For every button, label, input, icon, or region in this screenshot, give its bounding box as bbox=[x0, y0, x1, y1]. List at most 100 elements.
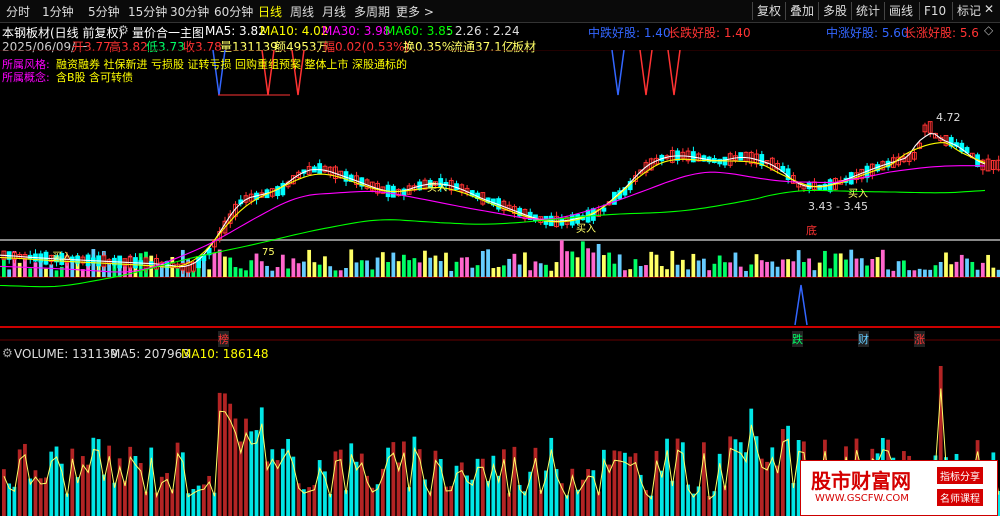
sub-volume-bar bbox=[459, 257, 464, 277]
sub-volume-bar bbox=[833, 253, 838, 277]
extra-value-1: : 2.26 bbox=[447, 24, 482, 38]
volume-bar bbox=[2, 469, 6, 516]
toolbar-button-4[interactable]: 画线 bbox=[884, 2, 917, 20]
sub-volume-bar bbox=[765, 261, 769, 277]
sub-volume-bar bbox=[433, 255, 438, 277]
tab-5[interactable]: 60分钟 bbox=[214, 3, 253, 20]
tab-0[interactable]: 分时 bbox=[6, 3, 30, 20]
sub-volume-bar bbox=[54, 270, 59, 277]
sub-volume-bar bbox=[444, 252, 448, 277]
event-marker-rise[interactable]: 涨 bbox=[914, 331, 925, 347]
tab-8[interactable]: 月线 bbox=[322, 3, 346, 20]
sub-volume-bar bbox=[623, 270, 627, 277]
sub-volume-bar bbox=[386, 262, 390, 277]
sub-volume-bar bbox=[212, 252, 217, 277]
toolbar-button-6[interactable]: 标记 bbox=[952, 2, 985, 20]
sub-volume-bar bbox=[486, 249, 490, 277]
sub-volume-bar bbox=[575, 257, 580, 277]
sub-volume-bar bbox=[602, 255, 606, 277]
toolbar-button-3[interactable]: 统计 bbox=[851, 2, 884, 20]
buy-signal: 买入 bbox=[427, 183, 447, 194]
sub-volume-bar bbox=[580, 241, 585, 277]
sub-volume-bar bbox=[654, 254, 659, 277]
mid-drop-signal: 中跌好股: 1.40 bbox=[588, 26, 671, 40]
long-drop-signal: 长跌好股: 1.40 bbox=[668, 26, 751, 40]
buy-signal: 买入 bbox=[52, 252, 72, 263]
tab-9[interactable]: 多周期 bbox=[354, 3, 390, 20]
sub-volume-bar bbox=[644, 265, 648, 277]
sub-volume-bar bbox=[949, 264, 954, 277]
concept-tags: 含B股 含可转债 bbox=[56, 71, 134, 84]
sub-volume-bar bbox=[7, 269, 12, 277]
sub-volume-bar bbox=[533, 261, 538, 277]
sub-volume-bar bbox=[428, 257, 433, 277]
sub-volume-bar bbox=[759, 260, 764, 277]
sub-volume-bar bbox=[891, 270, 896, 277]
sub-volume-bar bbox=[502, 265, 506, 277]
sub-volume-bar bbox=[649, 251, 654, 277]
close-icon[interactable]: ✕ bbox=[984, 2, 994, 16]
tab-2[interactable]: 5分钟 bbox=[88, 3, 120, 20]
sub-volume-bar bbox=[359, 260, 364, 277]
sub-volume-bar bbox=[707, 270, 712, 277]
toolbar-button-0[interactable]: 复权 bbox=[752, 2, 785, 20]
long-rise-signal: 长涨好股: 5.6 bbox=[904, 26, 979, 40]
sub-volume-bar bbox=[896, 261, 901, 277]
event-marker-drop[interactable]: 跌 bbox=[792, 331, 803, 347]
tab-6[interactable]: 日线 bbox=[258, 3, 282, 20]
sub-volume-bar bbox=[902, 260, 906, 277]
tab-1[interactable]: 1分钟 bbox=[42, 3, 74, 20]
sub-volume-bar bbox=[207, 269, 212, 277]
sub-volume-bar bbox=[507, 258, 512, 277]
sub-volume-bar bbox=[28, 268, 33, 277]
toolbar-button-2[interactable]: 多股 bbox=[818, 2, 851, 20]
sub-volume-bar bbox=[938, 261, 943, 277]
low-price-label: 3.43 - 3.45 bbox=[808, 200, 868, 213]
sub-volume-bar bbox=[744, 270, 748, 277]
sub-volume-bar bbox=[712, 263, 717, 277]
sub-volume-bar bbox=[780, 259, 785, 277]
sub-volume-bar bbox=[496, 266, 501, 277]
candlestick-chart[interactable] bbox=[0, 50, 1000, 516]
sub-volume-bar bbox=[817, 262, 822, 277]
sub-volume-bar bbox=[270, 270, 275, 277]
sub-volume-bar bbox=[238, 268, 243, 277]
sub-volume-bar bbox=[586, 248, 590, 277]
sub-volume-bar bbox=[254, 253, 259, 277]
sub-volume-bar bbox=[959, 254, 964, 277]
sub-volume-bar bbox=[354, 262, 359, 277]
event-marker-list[interactable]: 榜 bbox=[218, 331, 229, 347]
diamond-icon[interactable]: ◇ bbox=[984, 23, 993, 37]
sub-volume-bar bbox=[912, 270, 917, 277]
concept-label: 所属概念: bbox=[2, 71, 50, 84]
sub-volume-bar bbox=[786, 259, 790, 277]
sub-volume-bar bbox=[233, 267, 238, 277]
sub-volume-bar bbox=[980, 262, 985, 277]
ma60-value: MA60: 3.85 bbox=[385, 24, 454, 38]
event-marker-finance[interactable]: 财 bbox=[858, 331, 869, 347]
sub-volume-bar bbox=[954, 261, 959, 277]
sub-volume-bar bbox=[223, 256, 227, 277]
settings-icon[interactable]: ⚙ bbox=[2, 346, 13, 360]
sub-volume-bar bbox=[307, 249, 312, 277]
sub-volume-bar bbox=[691, 253, 696, 277]
tab-3[interactable]: 15分钟 bbox=[128, 3, 167, 20]
tab-4[interactable]: 30分钟 bbox=[170, 3, 209, 20]
sub-volume-bar bbox=[675, 264, 680, 277]
sub-volume-bar bbox=[523, 252, 527, 277]
tab-10[interactable]: 更多 > bbox=[396, 3, 434, 20]
tab-7[interactable]: 周线 bbox=[290, 3, 314, 20]
sub-volume-bar bbox=[802, 262, 806, 277]
sub-volume-bar bbox=[807, 258, 812, 277]
sub-volume-bar bbox=[791, 261, 796, 277]
settings-icon[interactable]: ⚙ bbox=[118, 23, 129, 37]
signal-mark bbox=[639, 50, 653, 96]
toolbar-button-1[interactable]: 叠加 bbox=[785, 2, 818, 20]
sub-volume-bar bbox=[449, 270, 454, 277]
toolbar-button-5[interactable]: F10 bbox=[919, 2, 950, 20]
sub-volume-bar bbox=[917, 268, 922, 277]
sub-volume-bar bbox=[470, 267, 475, 277]
sub-volume-bar bbox=[965, 258, 969, 277]
sub-volume-bar bbox=[933, 265, 938, 277]
watermark-tag2: 名师课程 bbox=[937, 489, 983, 506]
